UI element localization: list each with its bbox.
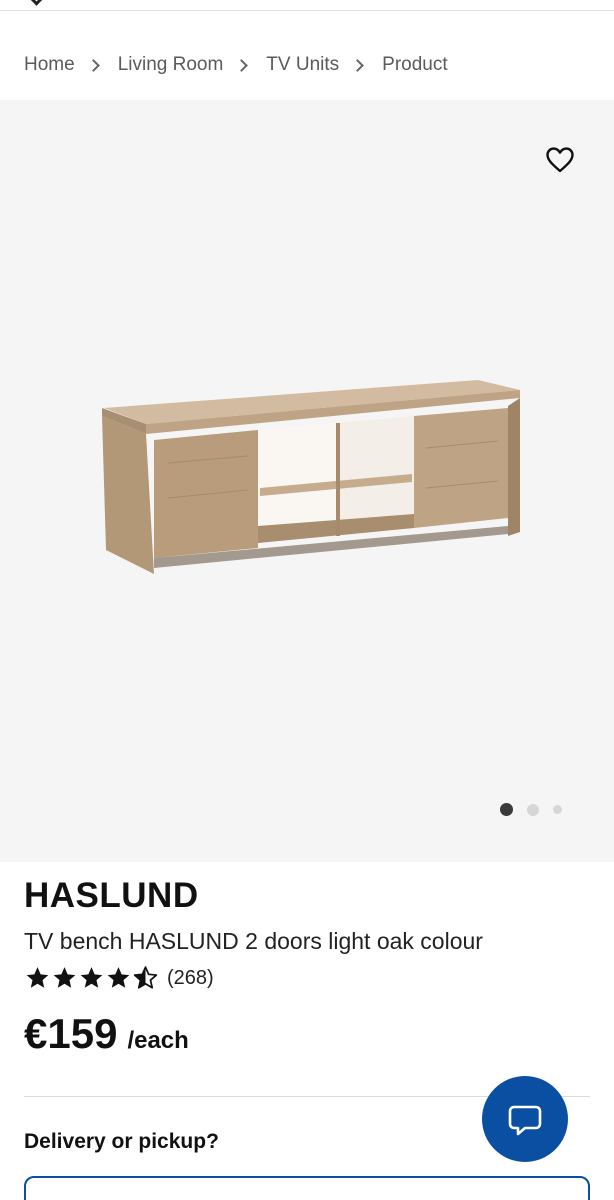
chat-bubble-icon	[508, 1105, 542, 1136]
gallery-dot-3[interactable]	[553, 805, 562, 814]
rating-stars	[24, 965, 159, 991]
gallery-dot-1[interactable]	[500, 803, 513, 816]
chat-button[interactable]	[482, 1076, 568, 1162]
product-page: Home Living Room TV Units Product HASLUN…	[0, 0, 614, 1200]
review-count[interactable]: (268)	[167, 967, 214, 990]
star-half-icon	[133, 966, 158, 989]
breadcrumb-living-room[interactable]: Living Room	[118, 54, 224, 76]
gallery-pagination	[500, 803, 576, 816]
product-image-tv-bench	[102, 380, 520, 574]
gallery-dot-2[interactable]	[527, 803, 539, 816]
chevron-right-icon	[86, 58, 100, 72]
breadcrumb: Home Living Room TV Units Product	[0, 30, 614, 100]
price-unit: /each	[127, 1027, 189, 1054]
favorite-button[interactable]	[540, 142, 580, 178]
breadcrumb-product[interactable]: Product	[382, 54, 447, 76]
star-icon	[53, 967, 76, 988]
star-icon	[26, 967, 49, 988]
product-rating[interactable]: (268)	[24, 965, 214, 991]
delivery-option-box[interactable]	[24, 1176, 590, 1200]
heart-outline-icon	[546, 147, 574, 173]
star-icon	[107, 967, 130, 988]
breadcrumb-home[interactable]: Home	[24, 54, 75, 76]
delivery-heading: Delivery or pickup?	[24, 1130, 219, 1153]
breadcrumb-tv-units[interactable]: TV Units	[266, 54, 339, 76]
price-value: €159	[24, 1010, 118, 1057]
chevron-right-icon	[235, 58, 249, 72]
product-description: TV bench HASLUND 2 doors light oak colou…	[24, 928, 483, 954]
chevron-right-icon	[351, 58, 365, 72]
star-icon	[80, 967, 103, 988]
product-name: HASLUND	[24, 876, 199, 915]
product-price: €159 /each	[24, 1010, 189, 1058]
top-bar-cropped	[0, 0, 614, 11]
chevron-down-icon[interactable]	[27, 0, 46, 6]
